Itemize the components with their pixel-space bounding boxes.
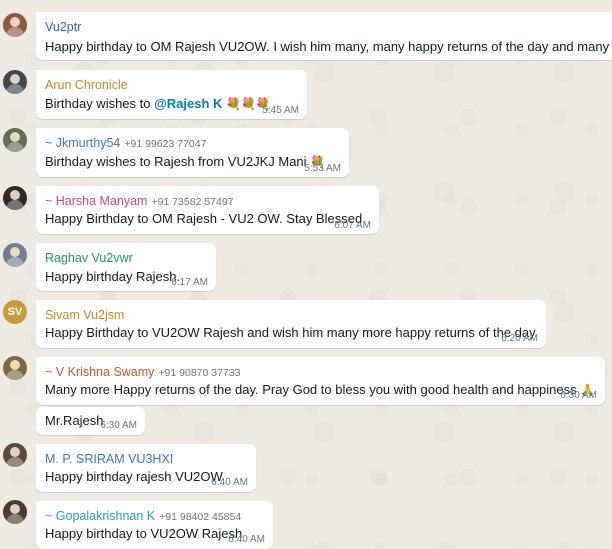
avatar[interactable] [3, 128, 27, 152]
avatar-photo-body [6, 27, 24, 37]
message-text: Happy birthday to OM Rajesh VU2OW. I wis… [45, 39, 612, 54]
message-bubble[interactable]: ~ Jkmurthy54 +91 99623 77047 Birthday wis… [36, 128, 349, 177]
message-text: Happy Birthday to VU2OW Rajesh and wish … [45, 325, 536, 340]
avatar-photo-body [6, 84, 24, 94]
message-bubble[interactable]: ~ Gopalakrishnan K +91 98402 45854 Happy … [36, 501, 273, 549]
sender-phone: +91 73582 57497 [151, 196, 234, 208]
avatar-photo-body [6, 457, 24, 467]
message-bubble[interactable]: Mr.Rajesh 6:30 AM [36, 407, 145, 435]
avatar[interactable] [3, 356, 27, 380]
message-text: Birthday wishes to Rajesh from VU2JKJ Ma… [45, 154, 307, 169]
avatar-photo-body [6, 142, 24, 152]
message-bubble[interactable]: Vu2ptr Happy birthday to OM Rajesh VU2OW… [36, 12, 612, 60]
message-timestamp: 6:40 AM [228, 534, 265, 545]
sender-name-text[interactable]: ~ V Krishna Swamy [45, 365, 154, 379]
message-bubble[interactable]: M. P. SRIRAM VU3HXI Happy birthday rajes… [36, 444, 256, 492]
sender-phone: +91 90870 37733 [158, 367, 241, 379]
sender-name[interactable]: Vu2ptr [45, 20, 81, 34]
message-text: Many more Happy returns of the day. Pray… [45, 382, 577, 397]
message-timestamp: 6:30 AM [560, 390, 597, 401]
avatar[interactable] [3, 443, 27, 467]
avatar-initials: SV [7, 306, 23, 318]
bubble-tail [36, 128, 37, 136]
message-timestamp: 5:53 AM [304, 163, 341, 174]
avatar-photo [10, 504, 20, 514]
avatar-photo [10, 17, 20, 27]
message-text: Happy birthday Rajesh. [45, 269, 181, 284]
message-bubble[interactable]: Sivam Vu2jsm Happy Birthday to VU2OW Raj… [36, 300, 546, 348]
avatar-photo-body [6, 200, 24, 210]
sender-name[interactable]: M. P. SRIRAM VU3HXI [45, 452, 173, 466]
bubble-tail [36, 70, 37, 78]
mention-link[interactable]: @Rajesh K [154, 96, 222, 111]
chat-message-list[interactable]: Vu2ptr Happy birthday to OM Rajesh VU2OW… [0, 0, 612, 549]
message-bubble[interactable]: Raghav Vu2vwr Happy birthday Rajesh. 6:1… [36, 243, 216, 291]
message-timestamp: 6:30 AM [100, 420, 137, 431]
sender-name[interactable]: ~ Gopalakrishnan K +91 98402 45854 [45, 509, 241, 524]
message-bubble[interactable]: ~ V Krishna Swamy +91 90870 37733 Many mo… [36, 357, 605, 405]
avatar-photo [10, 74, 20, 84]
message-text: Birthday wishes to [45, 96, 155, 111]
avatar[interactable] [3, 243, 27, 267]
bubble-tail [36, 186, 37, 194]
message-bubble[interactable]: ~ Harsha Manyam +91 73582 57497 Happy Bir… [36, 186, 379, 234]
bubble-tail [36, 357, 37, 365]
avatar-photo [10, 190, 20, 200]
sender-name[interactable]: ~ Jkmurthy54 +91 99623 77047 [45, 136, 206, 151]
avatar-photo [10, 247, 20, 257]
sender-name[interactable]: Arun Chronicle [45, 78, 128, 92]
avatar-photo-body [6, 370, 24, 380]
message-text: Happy birthday rajesh VU2OW [45, 469, 223, 484]
avatar-photo-body [6, 257, 24, 267]
avatar[interactable]: SV [3, 300, 27, 324]
avatar[interactable] [3, 186, 27, 210]
sender-name-text[interactable]: ~ Harsha Manyam [45, 194, 147, 208]
bubble-tail [36, 300, 37, 308]
sender-name-text[interactable]: ~ Jkmurthy54 [45, 136, 120, 150]
message-timestamp: 6:07 AM [334, 220, 371, 231]
avatar[interactable] [3, 13, 27, 37]
message-text: Mr.Rajesh [45, 413, 104, 428]
bubble-tail [36, 501, 37, 509]
message-text: Happy Birthday to OM Rajesh - VU2 OW. St… [45, 211, 363, 226]
sender-phone: +91 99623 77047 [124, 138, 207, 150]
sender-name[interactable]: ~ V Krishna Swamy +91 90870 37733 [45, 365, 240, 380]
sender-name[interactable]: Raghav Vu2vwr [45, 251, 133, 265]
message-timestamp: 6:17 AM [171, 277, 208, 288]
avatar-photo-body [6, 514, 24, 524]
bubble-tail [36, 444, 37, 452]
avatar[interactable] [3, 500, 27, 524]
avatar-photo [10, 132, 20, 142]
sender-name[interactable]: ~ Harsha Manyam +91 73582 57497 [45, 194, 234, 209]
avatar-photo [10, 447, 20, 457]
message-timestamp: 6:20 AM [501, 333, 538, 344]
message-timestamp: 5:45 AM [262, 105, 299, 116]
avatar[interactable] [3, 70, 27, 94]
avatar-photo [10, 360, 20, 370]
message-text: Happy birthday to VU2OW Rajesh [45, 526, 243, 541]
sender-name[interactable]: Sivam Vu2jsm [45, 308, 124, 322]
message-bubble[interactable]: Arun Chronicle Birthday wishes to @Rajes… [36, 70, 307, 119]
sender-name-text[interactable]: ~ Gopalakrishnan K [45, 509, 155, 523]
message-timestamp: 6:40 AM [211, 477, 248, 488]
bubble-tail [36, 243, 37, 251]
sender-phone: +91 98402 45854 [159, 511, 242, 523]
